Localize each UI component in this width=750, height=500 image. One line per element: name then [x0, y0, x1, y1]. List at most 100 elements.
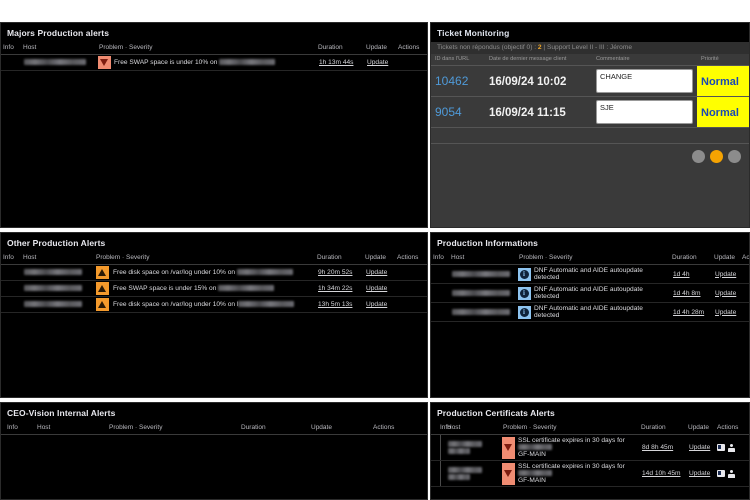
problem-text: SSL certificate expires in 30 days for	[518, 437, 625, 444]
cell-severity	[501, 461, 515, 487]
cell-severity	[97, 55, 111, 71]
comment-input[interactable]	[596, 69, 693, 93]
cell-actions	[395, 281, 427, 297]
table-row[interactable]: i DNF Automatic and AIDE autoupdate dete…	[431, 303, 750, 322]
cell-info	[431, 461, 445, 487]
dashboard-root: Majors Production alerts Info Host Probl…	[0, 0, 750, 500]
table-row[interactable]: i DNF Automatic and AIDE autoupdate dete…	[431, 265, 750, 284]
table-row[interactable]: SSL certificate expires in 30 days for G…	[431, 461, 749, 487]
triangle-up-warning-icon	[96, 298, 109, 311]
col-duration: Duration	[315, 252, 363, 265]
col-actions: Actions	[715, 422, 749, 435]
cell-update[interactable]: Update	[363, 297, 395, 313]
cell-host	[21, 55, 97, 71]
panel-production-informations: Production Informations Info Host Proble…	[430, 232, 750, 398]
cell-actions	[740, 265, 750, 284]
cell-update[interactable]: Update	[712, 265, 740, 284]
cell-actions	[715, 435, 749, 461]
update-link: Update	[715, 290, 736, 297]
panel-other-production-alerts: Other Production Alerts Info Host Proble…	[0, 232, 428, 398]
problem-text: SSL certificate expires in 30 days for	[518, 463, 625, 470]
panel-majors-production-alerts: Majors Production alerts Info Host Probl…	[0, 22, 428, 228]
page-dot-2[interactable]	[710, 150, 723, 163]
subtitle-post: | Support Level II - III : Jérome	[542, 44, 632, 51]
cell-ticket-id[interactable]: 9054	[431, 97, 485, 128]
cell-problem: SSL certificate expires in 30 days for G…	[515, 461, 639, 487]
acknowledge-icon[interactable]	[728, 470, 735, 478]
col-host: Host	[21, 252, 94, 265]
cell-actions	[395, 297, 427, 313]
col-problem-severity: Problem · Severity	[517, 252, 670, 265]
cell-update[interactable]: Update	[364, 55, 396, 71]
col-update: Update	[712, 252, 740, 265]
cell-update[interactable]: Update	[363, 265, 395, 281]
cell-duration: 1d 4h	[670, 265, 712, 284]
comment-input[interactable]	[596, 100, 693, 124]
update-link: Update	[689, 470, 710, 477]
table-row[interactable]: Free SWAP space is under 15% on 1h 34m 2…	[1, 281, 427, 297]
cell-ticket-comment[interactable]	[592, 97, 697, 128]
col-last-client-message-date: Date de dernier message client	[485, 54, 592, 66]
cell-info	[1, 55, 21, 71]
ticket-row[interactable]: 10462 16/09/24 10:02 Normal	[431, 66, 750, 97]
update-link: Update	[366, 285, 387, 292]
col-info: Info	[431, 252, 449, 265]
info-circle-icon: i	[518, 268, 531, 281]
problem-host-redacted	[518, 470, 552, 476]
note-icon[interactable]	[717, 444, 725, 451]
col-problem-severity: Problem · Severity	[94, 252, 315, 265]
col-priority: Priorité	[697, 54, 750, 66]
col-host: Host	[445, 422, 501, 435]
table-row[interactable]: Free SWAP space is under 10% on 1h 13m 4…	[1, 55, 428, 71]
acknowledge-icon[interactable]	[728, 444, 735, 452]
note-icon[interactable]	[717, 470, 725, 477]
problem-text-2: GF-MAIN	[518, 451, 546, 458]
page-dot-1[interactable]	[692, 150, 705, 163]
col-info: Info	[1, 252, 21, 265]
cell-ticket-priority: Normal	[697, 97, 750, 128]
prodinfo-alerts-table: Info Host Problem · Severity Duration Up…	[431, 252, 750, 322]
problem-host-redacted	[518, 444, 552, 450]
cell-actions	[740, 303, 750, 322]
cell-ticket-date: 16/09/24 11:15	[485, 97, 592, 128]
cell-update[interactable]: Update	[363, 281, 395, 297]
host-redacted	[452, 290, 510, 296]
table-row[interactable]: Free disk space on /var/log under 10% on…	[1, 297, 427, 313]
ticket-id-link: 10462	[435, 74, 468, 88]
problem-host-redacted	[237, 269, 293, 275]
page-dot-3[interactable]	[728, 150, 741, 163]
cell-problem: Free disk space on /var/log under 10% on…	[110, 297, 315, 313]
cell-update[interactable]: Update	[686, 461, 715, 487]
cell-actions	[396, 55, 428, 71]
panel-title-certs: Production Certificats Alerts	[431, 403, 749, 422]
cell-problem: DNF Automatic and AIDE autoupdate detect…	[531, 284, 670, 303]
col-host: Host	[21, 42, 97, 55]
cell-duration: 9h 20m 52s	[315, 265, 363, 281]
problem-text: Free disk space on /var/log under 10% on…	[113, 301, 238, 308]
cell-duration: 13h 5m 13s	[315, 297, 363, 313]
col-problem-severity: Problem · Severity	[501, 422, 639, 435]
ticket-row[interactable]: 9054 16/09/24 11:15 Normal	[431, 97, 750, 128]
cell-ticket-id[interactable]: 10462	[431, 66, 485, 97]
problem-text-2: GF-MAIN	[518, 477, 546, 484]
host-redacted-2	[448, 474, 470, 480]
cell-ticket-comment[interactable]	[592, 66, 697, 97]
table-header-row: Info Host Problem · Severity Duration Up…	[1, 422, 427, 435]
panel-ticket-monitoring: Ticket Monitoring Tickets non répondus (…	[430, 22, 750, 228]
cell-update[interactable]: Update	[686, 435, 715, 461]
host-redacted	[24, 285, 82, 291]
col-info: Info	[431, 422, 445, 435]
other-alerts-table: Info Host Problem · Severity Duration Up…	[1, 252, 427, 313]
cell-actions	[395, 265, 427, 281]
table-row[interactable]: Free disk space on /var/log under 10% on…	[1, 265, 427, 281]
table-row[interactable]: i DNF Automatic and AIDE autoupdate dete…	[431, 284, 750, 303]
ticket-monitoring-body: Tickets non répondus (objectif 0) : 2 | …	[431, 42, 749, 228]
cell-problem: DNF Automatic and AIDE autoupdate detect…	[531, 303, 670, 322]
table-row[interactable]: SSL certificate expires in 30 days for G…	[431, 435, 749, 461]
cell-host	[21, 265, 94, 281]
ticket-table: ID dans l'URL Date de dernier message cl…	[431, 54, 750, 144]
cell-update[interactable]: Update	[712, 303, 740, 322]
col-info: Info	[1, 42, 21, 55]
col-duration: Duration	[235, 422, 305, 435]
cell-update[interactable]: Update	[712, 284, 740, 303]
